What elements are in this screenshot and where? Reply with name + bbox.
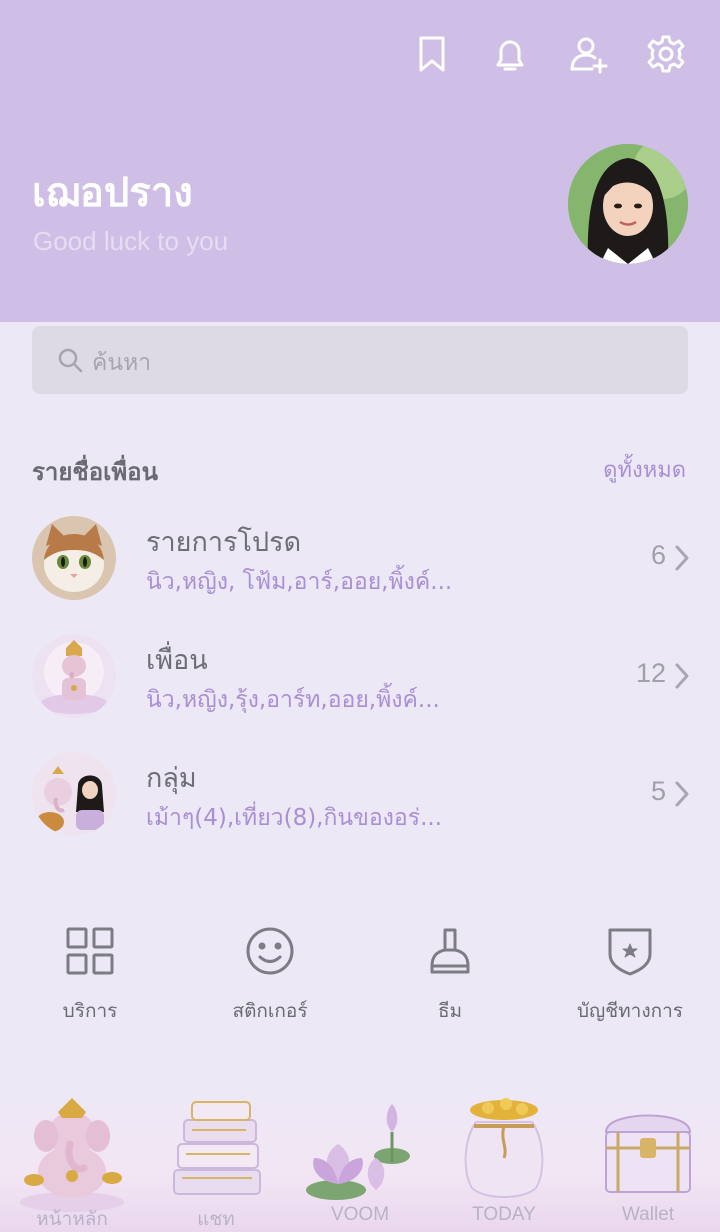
services-shortcut[interactable]: บริการ — [0, 924, 180, 1026]
tab-wallet-label: Wallet — [621, 1204, 675, 1225]
profile-name[interactable]: เฌอปราง — [32, 160, 193, 224]
tab-chat-label: แชท — [197, 1209, 235, 1230]
smiley-icon — [246, 927, 294, 975]
tab-today-label: TODAY — [472, 1204, 536, 1225]
profile-header: เฌอปราง Good luck to you — [0, 0, 720, 322]
chevron-right-icon — [675, 781, 689, 807]
themes-shortcut[interactable]: ธีม — [360, 924, 540, 1026]
books-icon — [173, 1101, 261, 1195]
stickers-label: สติกเกอร์ — [232, 1000, 308, 1022]
header-toolbar — [412, 34, 686, 74]
bookmark-icon[interactable] — [412, 34, 452, 74]
tab-home[interactable]: หน้าหลัก — [0, 1080, 144, 1232]
friends-count: 12 — [635, 658, 666, 688]
bell-icon[interactable] — [490, 34, 530, 74]
groups-title: กลุ่ม — [146, 763, 197, 794]
favorites-members: นิว,หญิง, โฟ้ม,อาร์,ออย,พิ้งค์... — [146, 569, 453, 595]
avatar[interactable] — [568, 144, 688, 264]
favorites-title: รายการโปรด — [146, 527, 302, 558]
groups-row[interactable]: กลุ่ม เม้าๆ(4),เที่ยว(8),กินของอร่... 5 — [0, 752, 720, 862]
themes-label: ธีม — [437, 1000, 463, 1022]
grid-icon — [66, 927, 114, 975]
favorites-thumbnail — [32, 516, 116, 600]
status-message[interactable]: Good luck to you — [33, 226, 228, 257]
friends-row[interactable]: เพื่อน นิว,หญิง,รุ้ง,อาร์ท,ออย,พิ้งค์...… — [0, 634, 720, 744]
treasure-chest-icon — [604, 1114, 692, 1193]
brush-icon — [430, 928, 470, 974]
groups-thumbnail — [32, 752, 116, 836]
search-placeholder: ค้นหา — [92, 350, 152, 376]
tab-today[interactable]: TODAY — [432, 1080, 576, 1232]
bottom-navigation: หน้าหลัก แชท VOOM TODAY Wallet — [0, 1080, 720, 1232]
friends-thumbnail — [32, 634, 116, 718]
gear-icon[interactable] — [646, 34, 686, 74]
money-bag-icon — [464, 1098, 544, 1198]
tab-home-label: หน้าหลัก — [36, 1209, 108, 1230]
search-icon — [58, 348, 83, 373]
services-label: บริการ — [62, 1000, 118, 1022]
chevron-right-icon — [675, 545, 689, 571]
ganesha-icon — [20, 1098, 124, 1212]
avatar-photo — [568, 144, 688, 264]
friends-title: เพื่อน — [146, 645, 208, 676]
lotus-icon — [306, 1104, 410, 1200]
search-bar[interactable]: ค้นหา — [32, 326, 688, 394]
tab-wallet[interactable]: Wallet — [576, 1080, 720, 1232]
tab-chat[interactable]: แชท — [144, 1080, 288, 1232]
friends-section-title: รายชื่อเพื่อน — [32, 458, 158, 486]
see-all-link[interactable]: ดูทั้งหมด — [603, 452, 686, 487]
tab-voom-label: VOOM — [330, 1204, 390, 1225]
add-friend-icon[interactable] — [568, 34, 608, 74]
favorites-row[interactable]: รายการโปรด นิว,หญิง, โฟ้ม,อาร์,ออย,พิ้งค… — [0, 516, 720, 626]
official-accounts-label: บัญชีทางการ — [577, 1000, 683, 1022]
shield-star-icon — [608, 928, 652, 976]
official-accounts-shortcut[interactable]: บัญชีทางการ — [540, 924, 720, 1026]
groups-members: เม้าๆ(4),เที่ยว(8),กินของอร่... — [146, 805, 443, 831]
favorites-count: 6 — [650, 540, 666, 570]
friends-members: นิว,หญิง,รุ้ง,อาร์ท,ออย,พิ้งค์... — [146, 687, 440, 713]
groups-count: 5 — [650, 776, 666, 806]
tab-voom[interactable]: VOOM — [288, 1080, 432, 1232]
chevron-right-icon — [675, 663, 689, 689]
stickers-shortcut[interactable]: สติกเกอร์ — [180, 924, 360, 1026]
